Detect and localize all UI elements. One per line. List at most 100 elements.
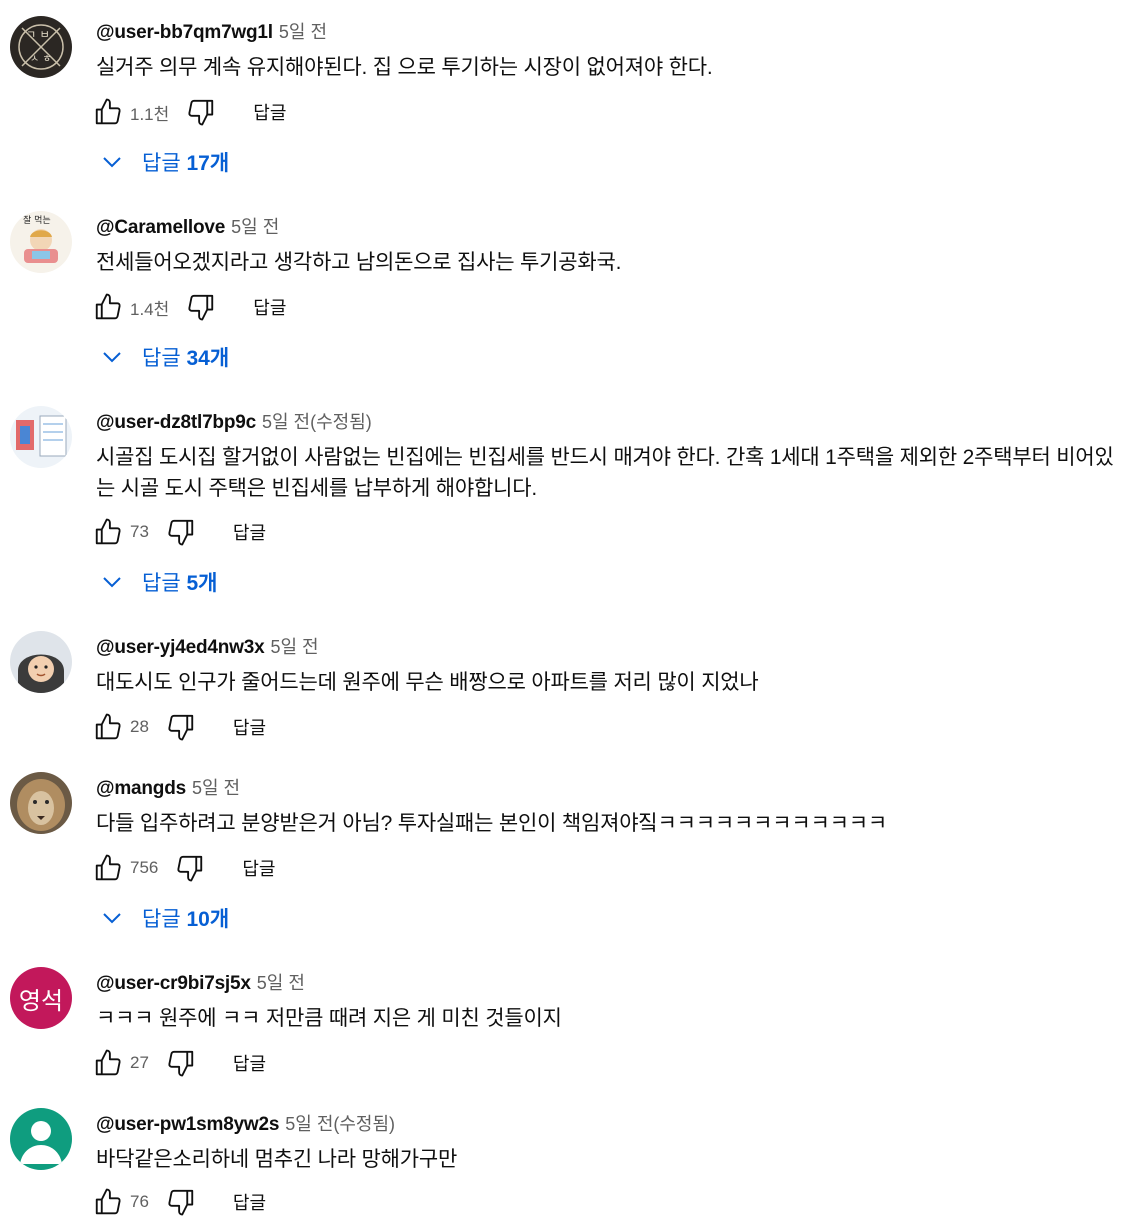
avatar[interactable]: ㄱ ㅂㅅ ㅎ — [10, 16, 72, 78]
author-name[interactable]: @user-yj4ed4nw3x — [96, 637, 265, 658]
replies-count: 10개 — [186, 908, 230, 931]
like-count: 73 — [130, 522, 149, 541]
dislike-button[interactable] — [165, 1047, 197, 1079]
chevron-down-icon — [103, 577, 121, 588]
avatar[interactable] — [10, 631, 72, 693]
comment-header: @Caramellove 5일 전 — [96, 213, 279, 239]
like-button[interactable] — [92, 852, 124, 884]
avatar[interactable]: 잘 먹는 — [10, 211, 72, 273]
dislike-button[interactable] — [185, 96, 217, 128]
comment-header: @user-bb7qm7wg1l 5일 전 — [96, 18, 327, 44]
thumbs-up-icon — [95, 518, 121, 545]
thumbs-down-icon — [177, 855, 203, 882]
dislike-button[interactable] — [165, 711, 197, 743]
svg-text:ㄱ ㅂ: ㄱ ㅂ — [26, 28, 50, 41]
like-button[interactable] — [92, 711, 124, 743]
comment-header: @user-dz8tl7bp9c 5일 전(수정됨) — [96, 408, 372, 434]
replies-count: 17개 — [186, 152, 230, 175]
dislike-button[interactable] — [174, 852, 206, 884]
thumbs-down-icon — [168, 1050, 194, 1077]
view-replies-button[interactable]: 답글 17개 — [100, 144, 229, 180]
comment-actions: 27 답글 — [92, 1045, 266, 1081]
author-name[interactable]: @user-cr9bi7sj5x — [96, 973, 251, 994]
reply-button[interactable]: 답글 — [233, 1189, 266, 1215]
default-avatar-icon — [20, 1121, 62, 1164]
comment-actions: 1.1천 답글 — [92, 94, 286, 130]
comment-header: @user-yj4ed4nw3x 5일 전 — [96, 633, 319, 659]
timestamp[interactable]: 5일 전 — [270, 637, 318, 657]
author-name[interactable]: @Caramellove — [96, 217, 225, 238]
chevron-down-icon — [103, 913, 121, 924]
reply-button[interactable]: 답글 — [253, 99, 286, 125]
comment-text: 바닥같은소리하네 멈추긴 나라 망해가구만 — [96, 1148, 458, 1171]
replies-count: 5개 — [186, 572, 218, 595]
like-count: 1.1천 — [130, 104, 170, 124]
comment-text: 전세들어오겠지라고 생각하고 남의돈으로 집사는 투기공화국. — [96, 251, 622, 274]
replies-label: 답글 — [142, 572, 181, 595]
timestamp[interactable]: 5일 전(수정됨) — [285, 1114, 395, 1134]
replies-label: 답글 — [142, 152, 181, 175]
timestamp[interactable]: 5일 전(수정됨) — [262, 412, 372, 432]
like-button[interactable] — [92, 1186, 124, 1218]
dislike-button[interactable] — [165, 516, 197, 548]
chevron-down-icon — [103, 157, 121, 168]
thumbs-down-icon — [168, 714, 194, 741]
replies-count: 34개 — [186, 347, 230, 370]
avatar[interactable] — [10, 772, 72, 834]
reply-button[interactable]: 답글 — [233, 714, 266, 740]
like-count: 76 — [130, 1192, 149, 1211]
view-replies-button[interactable]: 답글 10개 — [100, 900, 229, 936]
reply-button[interactable]: 답글 — [253, 294, 286, 320]
thumbs-up-icon — [95, 98, 121, 125]
author-name[interactable]: @mangds — [96, 778, 186, 799]
avatar[interactable] — [10, 1108, 72, 1170]
comment-text: 대도시도 인구가 줄어드는데 원주에 무슨 배짱으로 아파트를 저리 많이 지었… — [96, 671, 759, 694]
dislike-button[interactable] — [185, 291, 217, 323]
svg-text:잘 먹는: 잘 먹는 — [23, 214, 51, 226]
timestamp[interactable]: 5일 전 — [192, 778, 240, 798]
comment-text: 시골집 도시집 할거없이 사람없는 빈집에는 빈집세를 반드시 매겨야 한다. … — [96, 446, 1114, 500]
reply-button[interactable]: 답글 — [233, 1050, 266, 1076]
like-count: 1.4천 — [130, 299, 170, 319]
author-name[interactable]: @user-pw1sm8yw2s — [96, 1114, 279, 1135]
reply-button[interactable]: 답글 — [233, 519, 266, 545]
avatar[interactable]: 영석 — [10, 967, 72, 1029]
timestamp[interactable]: 5일 전 — [257, 973, 305, 993]
like-button[interactable] — [92, 291, 124, 323]
timestamp[interactable]: 5일 전 — [231, 217, 279, 237]
comment-text: ㅋㅋㅋ 원주에 ㅋㅋ 저만큼 때려 지은 게 미친 것들이지 — [96, 1007, 562, 1030]
like-button[interactable] — [92, 1047, 124, 1079]
comment-actions: 76 답글 — [92, 1184, 266, 1220]
thumbs-up-icon — [95, 293, 121, 320]
like-button[interactable] — [92, 516, 124, 548]
avatar[interactable] — [10, 406, 72, 468]
comment-header: @user-pw1sm8yw2s 5일 전(수정됨) — [96, 1110, 395, 1136]
chevron-down-icon — [103, 352, 121, 363]
comment-actions: 756 답글 — [92, 850, 276, 886]
thumbs-down-icon — [188, 99, 214, 126]
avatar-initials: 영석 — [18, 987, 64, 1015]
thumbs-up-icon — [95, 1188, 121, 1215]
thumbs-up-icon — [95, 713, 121, 740]
view-replies-button[interactable]: 답글 34개 — [100, 339, 229, 375]
like-button[interactable] — [92, 96, 124, 128]
reply-button[interactable]: 답글 — [242, 855, 275, 881]
like-count: 27 — [130, 1053, 149, 1072]
like-count: 28 — [130, 717, 149, 736]
thumbs-down-icon — [168, 1189, 194, 1216]
author-name[interactable]: @user-bb7qm7wg1l — [96, 22, 273, 43]
timestamp[interactable]: 5일 전 — [279, 22, 327, 42]
dislike-button[interactable] — [165, 1186, 197, 1218]
comment-header: @user-cr9bi7sj5x 5일 전 — [96, 969, 305, 995]
thumbs-up-icon — [95, 1049, 121, 1076]
comment-header: @mangds 5일 전 — [96, 774, 240, 800]
comment-text: 다들 입주하려고 분양받은거 아님? 투자실패는 본인이 책임져야짘ㅋㅋㅋㅋㅋㅋ… — [96, 812, 887, 835]
replies-label: 답글 — [142, 908, 181, 931]
comment-actions: 28 답글 — [92, 709, 266, 745]
comment-text: 실거주 의무 계속 유지해야된다. 집 으로 투기하는 시장이 없어져야 한다. — [96, 56, 713, 79]
thumbs-down-icon — [188, 294, 214, 321]
thumbs-up-icon — [95, 854, 121, 881]
like-count: 756 — [130, 858, 159, 877]
view-replies-button[interactable]: 답글 5개 — [100, 564, 217, 600]
author-name[interactable]: @user-dz8tl7bp9c — [96, 412, 256, 433]
